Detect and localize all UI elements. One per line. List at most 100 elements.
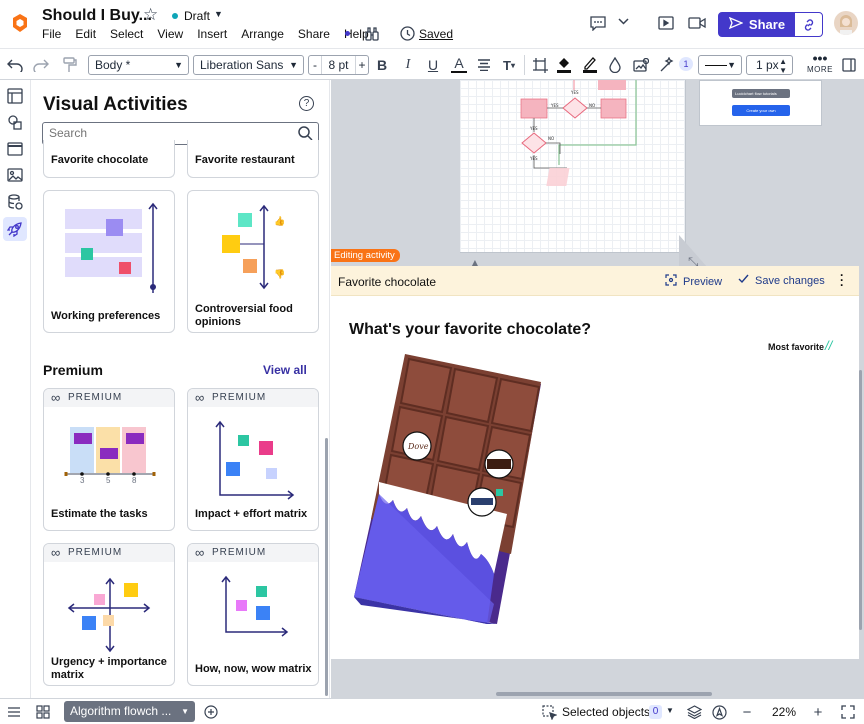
menu-arrange[interactable]: Arrange [241, 27, 284, 41]
fullscreen-icon[interactable] [840, 704, 856, 720]
frame-icon[interactable] [6, 140, 24, 158]
underline-button[interactable]: U [425, 56, 441, 74]
formatting-toolbar: Body * ▼ Liberation Sans ▼ - 8 pt + B I U … [0, 48, 864, 80]
database-icon[interactable] [6, 193, 24, 211]
pages-icon[interactable] [6, 87, 24, 105]
stepper-icon: ▲ ▼ [779, 57, 787, 75]
font-family-select[interactable]: Liberation Sans ▼ [193, 55, 304, 75]
premium-tag: ∞ PREMIUM [188, 544, 318, 562]
chevron-down-icon[interactable]: ▼ [666, 706, 674, 715]
text-options-icon[interactable]: T ▾ [500, 56, 518, 74]
image-icon[interactable] [6, 166, 24, 184]
italic-button[interactable]: I [400, 56, 416, 74]
premium-card-impact-effort-matrix[interactable]: ∞ PREMIUM Impact + effort matrix [187, 388, 319, 531]
canvas-horizontal-scrollbar[interactable] [496, 692, 712, 696]
more-vertical-icon[interactable]: · · · [840, 269, 844, 291]
grid-view-icon[interactable] [35, 704, 51, 720]
menu-share[interactable]: Share [298, 27, 330, 41]
line-style-select[interactable]: ▼ [698, 55, 742, 75]
menu-edit[interactable]: Edit [75, 27, 96, 41]
align-center-icon[interactable] [476, 56, 492, 74]
list-view-icon[interactable] [6, 704, 22, 720]
activity-card-working-preferences[interactable]: Working preferences [43, 190, 175, 333]
link-icon[interactable] [795, 13, 822, 36]
undo-icon[interactable] [6, 56, 24, 74]
line-width-select[interactable]: 1 px ▲ ▼ [746, 55, 793, 75]
bold-button[interactable]: B [374, 56, 390, 74]
crop-icon[interactable] [531, 56, 549, 74]
premium-tag: ∞ PREMIUM [44, 389, 174, 407]
canvas-area[interactable]: YES YES NO YES NO YES Lucidchart flow tu… [331, 80, 864, 698]
document-title[interactable]: Should I Buy... [42, 7, 152, 25]
activity-card-favorite-chocolate[interactable]: Favorite chocolate [43, 140, 175, 178]
activity-card-favorite-restaurant[interactable]: Favorite restaurant [187, 140, 319, 178]
selected-objects-label[interactable]: Selected objects [562, 705, 650, 719]
add-page-icon[interactable] [203, 704, 219, 720]
activity-editor[interactable]: Favorite chocolate Preview Save changes … [331, 266, 859, 659]
premium-card-how-now-wow-matrix[interactable]: ∞ PREMIUM How, now, wow matrix [187, 543, 319, 686]
premium-card-urgency-importance-matrix[interactable]: ∞ PREMIUM Urgency + importance matrix [43, 543, 175, 686]
text-style-select[interactable]: Body * ▼ [88, 55, 189, 75]
rocket-icon[interactable] [3, 217, 27, 241]
menu-view[interactable]: View [157, 27, 183, 41]
draft-status[interactable]: Draft [184, 9, 210, 23]
tutorial-link[interactable]: Lucidchart flow tutorials [732, 89, 790, 98]
panel-scrollbar[interactable] [325, 438, 328, 696]
chevron-down-icon[interactable]: ▼ [214, 9, 223, 19]
line-color-icon[interactable] [581, 54, 599, 74]
help-icon[interactable]: ? [299, 96, 314, 111]
magic-wand-icon[interactable] [658, 56, 676, 74]
menu-insert[interactable]: Insert [197, 27, 227, 41]
binoculars-icon[interactable] [364, 26, 380, 42]
svg-text:👎: 👎 [274, 269, 285, 280]
share-button[interactable]: Share [718, 12, 823, 37]
more-button[interactable]: ••• MORE [806, 51, 834, 77]
premium-tag: ∞ PREMIUM [188, 389, 318, 407]
shapes-icon[interactable] [6, 113, 24, 131]
menu-select[interactable]: Select [110, 27, 143, 41]
view-all-link[interactable]: View all [263, 363, 307, 377]
fill-color-icon[interactable] [555, 54, 573, 74]
create-your-own-button[interactable]: Create your own [732, 105, 790, 116]
zoom-in-button[interactable]: + [810, 703, 826, 721]
svg-text:Dove: Dove [407, 442, 429, 451]
text-color-button[interactable]: A [451, 55, 467, 73]
image-settings-icon[interactable] [632, 56, 650, 74]
present-icon[interactable] [658, 16, 674, 30]
font-size-increase[interactable]: + [355, 56, 368, 74]
page-tab[interactable]: Algorithm flowch ... ▼ [64, 701, 195, 722]
avatar[interactable] [834, 11, 858, 35]
redo-icon[interactable] [32, 56, 50, 74]
chocolate-bar-illustration[interactable]: Dove [349, 354, 549, 649]
saved-status[interactable]: Saved [419, 27, 453, 41]
card-label: Favorite chocolate [51, 154, 149, 166]
template-preview-card[interactable]: Lucidchart flow tutorials Create your ow… [699, 80, 822, 126]
comment-icon[interactable] [590, 16, 606, 32]
chevron-down-icon[interactable] [617, 15, 630, 28]
font-size-decrease[interactable]: - [309, 56, 322, 74]
canvas-vertical-scrollbar[interactable] [859, 370, 862, 630]
premium-card-estimate-tasks[interactable]: ∞ PREMIUM 3 5 8 Estimate the tasks [43, 388, 175, 531]
diagram-page[interactable]: YES YES NO YES NO YES [460, 80, 686, 253]
save-changes-button[interactable]: Save changes [738, 274, 825, 287]
format-painter-icon[interactable] [61, 56, 79, 74]
video-icon[interactable] [688, 17, 706, 29]
panel-toggle-icon[interactable] [841, 56, 857, 74]
activity-name[interactable]: Favorite chocolate [338, 275, 436, 289]
activity-question[interactable]: What's your favorite chocolate? [349, 321, 591, 339]
font-size-value[interactable]: 8 pt [322, 56, 355, 74]
layers-icon[interactable] [686, 704, 702, 720]
card-label: Urgency + importance matrix [51, 656, 167, 681]
chevron-down-icon[interactable]: ▼ [181, 701, 189, 722]
navigate-icon[interactable] [711, 704, 727, 720]
opacity-icon[interactable] [607, 56, 623, 74]
preview-button[interactable]: Preview [665, 274, 722, 289]
app-logo-icon[interactable] [11, 13, 29, 33]
font-size-stepper[interactable]: - 8 pt + [308, 55, 369, 75]
zoom-out-button[interactable]: − [739, 703, 755, 721]
activity-card-controversial-food-opinions[interactable]: 👍 👎 Controversial food opinions [187, 190, 319, 333]
flowchart-diagram[interactable]: YES YES NO YES NO YES [460, 80, 686, 253]
star-icon[interactable]: ☆ [143, 5, 158, 25]
zoom-level[interactable]: 22% [772, 705, 796, 719]
menu-file[interactable]: File [42, 27, 61, 41]
